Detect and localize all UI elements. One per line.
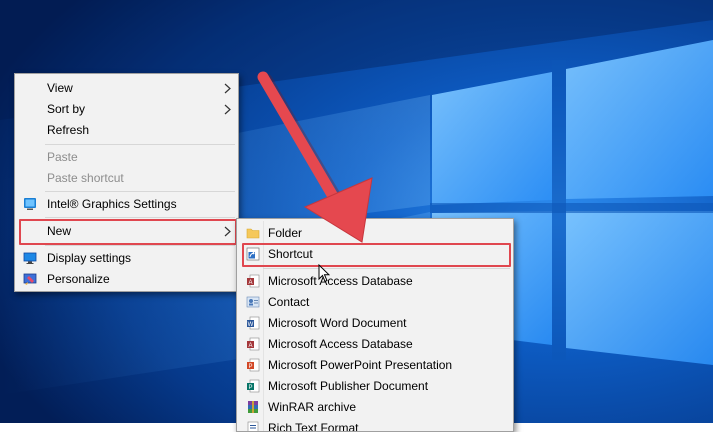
submenu-item-publisher[interactable]: P Microsoft Publisher Document [237,376,513,397]
menu-item-refresh[interactable]: Refresh [15,120,238,141]
submenu-item-word-document[interactable]: W Microsoft Word Document [237,313,513,334]
chevron-right-icon [224,104,231,115]
submenu-item-rich-text[interactable]: Rich Text Format [237,418,513,431]
menu-separator [263,268,510,269]
submenu-item-folder[interactable]: Folder [237,223,513,244]
intel-graphics-icon [24,198,36,210]
new-highlight-box [19,219,237,245]
svg-text:W: W [248,322,254,328]
menu-separator [45,217,235,218]
svg-text:P: P [248,385,252,391]
submenu-item-powerpoint[interactable]: P Microsoft PowerPoint Presentation [237,355,513,376]
submenu-item-winrar-archive[interactable]: WinRAR archive [237,397,513,418]
menu-item-paste[interactable]: Paste [15,147,238,168]
menu-separator [45,191,235,192]
new-submenu: Folder Shortcut A Microsoft Access Datab… [236,218,514,432]
menu-item-view[interactable]: View [15,78,238,99]
powerpoint-icon: P [247,358,260,372]
svg-text:A: A [248,280,252,286]
chevron-right-icon [224,83,231,94]
svg-text:A: A [248,343,252,349]
display-settings-icon [23,252,37,264]
mouse-cursor-icon [318,264,330,283]
winrar-icon [248,401,258,413]
submenu-item-access-database-2[interactable]: A Microsoft Access Database [237,334,513,355]
folder-icon [246,228,260,239]
access-database-icon: A [247,274,260,288]
submenu-item-access-database[interactable]: A Microsoft Access Database [237,271,513,292]
word-document-icon: W [247,316,260,330]
svg-text:P: P [248,364,252,370]
menu-item-personalize[interactable]: Personalize [15,269,238,290]
menu-separator [45,245,235,246]
publisher-icon: P [247,379,260,393]
menu-separator [45,144,235,145]
contact-icon [246,296,260,308]
menu-item-display-settings[interactable]: Display settings [15,248,238,269]
personalize-icon [23,273,37,285]
access-database-icon: A [247,337,260,351]
desktop-context-menu: View Sort by Refresh Paste Paste shortcu… [14,73,239,292]
shortcut-highlight-box [242,243,511,267]
submenu-item-contact[interactable]: Contact [237,292,513,313]
menu-item-sort-by[interactable]: Sort by [15,99,238,120]
menu-item-paste-shortcut[interactable]: Paste shortcut [15,168,238,189]
menu-item-intel-graphics-settings[interactable]: Intel® Graphics Settings [15,194,238,215]
